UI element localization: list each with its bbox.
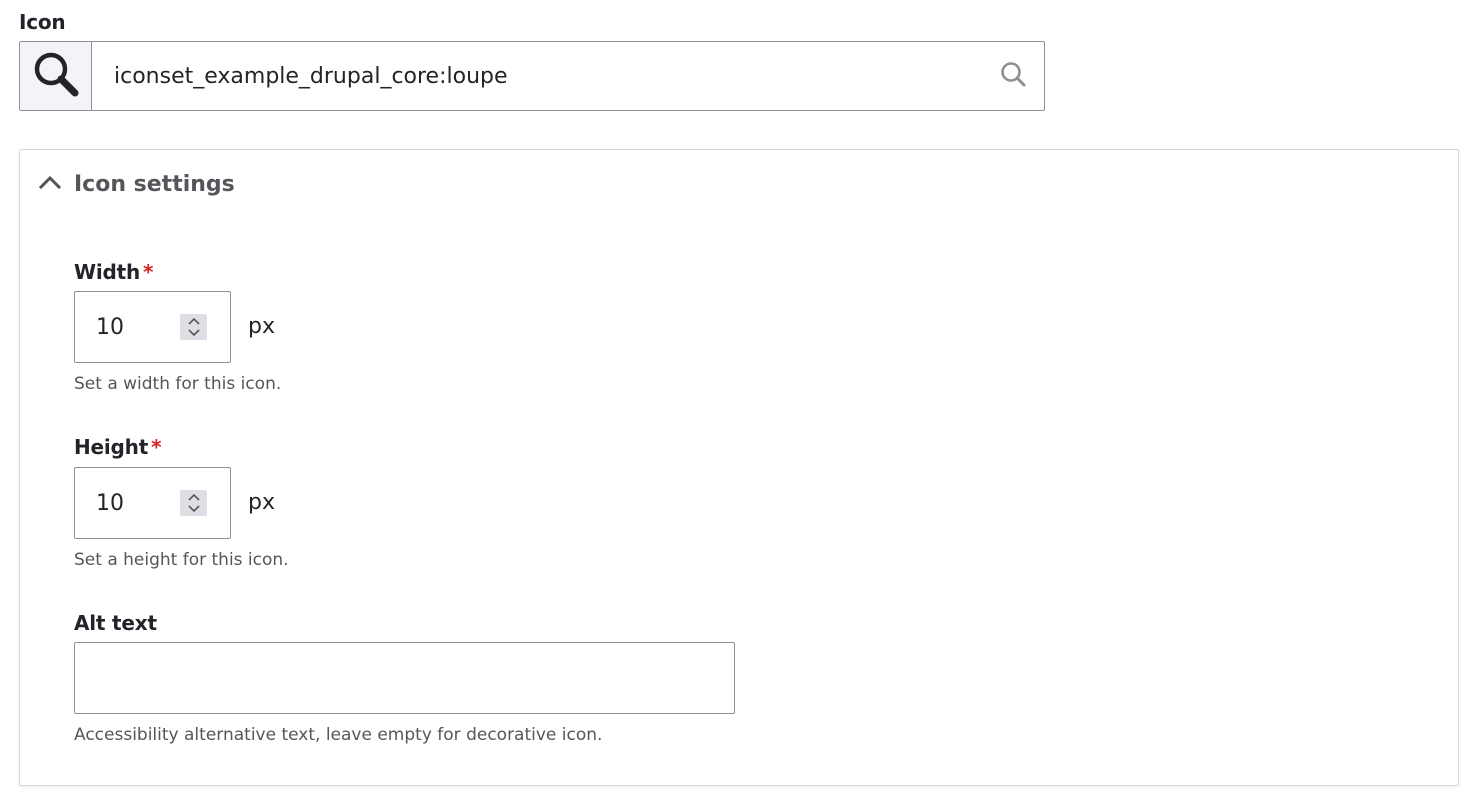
width-required-mark: * xyxy=(143,260,154,284)
icon-picker xyxy=(19,41,1045,111)
width-unit: px xyxy=(248,314,275,339)
width-description: Set a width for this icon. xyxy=(74,374,282,394)
spinner-arrows-icon xyxy=(187,317,200,337)
height-label: Height * xyxy=(74,435,162,459)
width-value: 10 xyxy=(96,314,124,340)
alt-text-input[interactable] xyxy=(74,642,735,714)
height-required-mark: * xyxy=(151,435,162,459)
chevron-up-icon xyxy=(38,170,62,198)
magnifier-icon xyxy=(32,50,80,102)
height-spinner[interactable] xyxy=(180,490,207,516)
height-value: 10 xyxy=(96,490,124,516)
width-spinner[interactable] xyxy=(180,314,207,340)
width-label-text: Width xyxy=(74,260,141,284)
spinner-arrows-icon xyxy=(187,493,200,513)
icon-settings-panel: Icon settings Width * 10 px Set a width f… xyxy=(19,149,1459,786)
icon-settings-title: Icon settings xyxy=(74,171,235,197)
icon-search-button[interactable] xyxy=(982,42,1044,110)
height-label-text: Height xyxy=(74,435,149,459)
height-input[interactable]: 10 xyxy=(74,467,231,539)
alt-text-label: Alt text xyxy=(74,611,157,635)
icon-settings-toggle[interactable]: Icon settings xyxy=(38,170,235,198)
width-label: Width * xyxy=(74,260,154,284)
icon-field-label: Icon xyxy=(19,10,66,34)
alt-text-description: Accessibility alternative text, leave em… xyxy=(74,725,603,745)
height-unit: px xyxy=(248,490,275,515)
icon-preview xyxy=(20,42,92,110)
icon-search-input[interactable] xyxy=(92,42,982,110)
width-input[interactable]: 10 xyxy=(74,291,231,363)
search-icon xyxy=(999,60,1027,92)
height-description: Set a height for this icon. xyxy=(74,550,289,570)
